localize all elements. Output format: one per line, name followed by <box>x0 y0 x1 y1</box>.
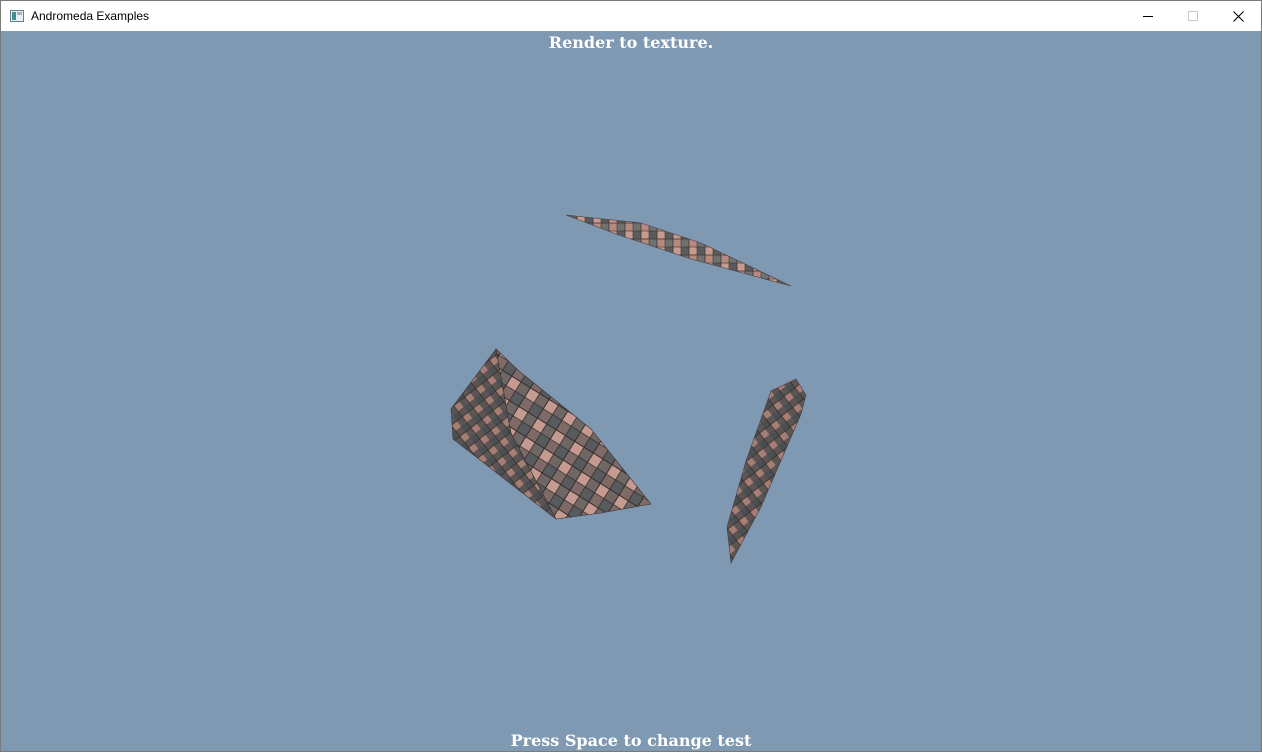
textured-box-face <box>495 348 652 520</box>
close-icon <box>1232 10 1244 22</box>
maximize-button[interactable] <box>1170 1 1216 31</box>
maximize-icon <box>1188 11 1198 21</box>
scene-canvas <box>450 214 807 564</box>
textured-plane-top <box>565 214 792 287</box>
render-viewport[interactable]: Render to texture. Press Space to change… <box>1 31 1261 751</box>
textured-plane-right <box>726 378 807 564</box>
minimize-icon <box>1143 16 1153 17</box>
header-text: Render to texture. <box>548 33 714 52</box>
app-window-icon <box>10 10 24 22</box>
minimize-button[interactable] <box>1125 1 1171 31</box>
footer-hint-text: Press Space to change test <box>510 731 752 750</box>
title-bar[interactable]: Andromeda Examples <box>1 1 1261 31</box>
window-title: Andromeda Examples <box>31 9 150 23</box>
application-window: Andromeda Examples Render to texture. Pr… <box>0 0 1262 752</box>
close-button[interactable] <box>1215 1 1261 31</box>
